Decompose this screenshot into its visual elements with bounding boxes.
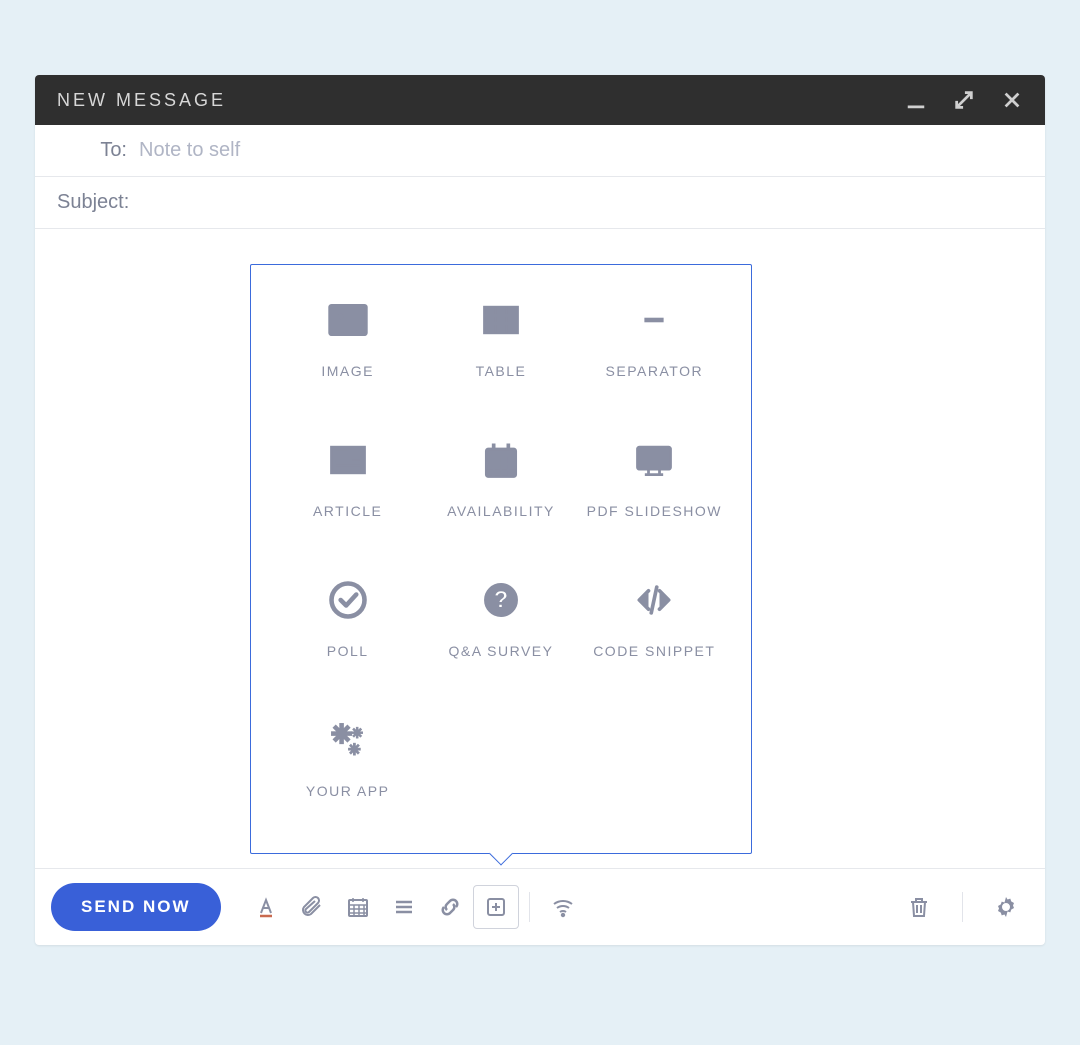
insert-image[interactable]: IMAGE [271,295,424,435]
insert-article[interactable]: ARTICLE [271,435,424,575]
insert-your-app-label: YOUR APP [306,783,390,799]
insert-your-app[interactable]: YOUR APP [271,715,424,855]
insert-availability-label: AVAILABILITY [447,503,555,519]
subject-label: Subject: [57,191,129,214]
insert-pdf-slideshow[interactable]: PDF SLIDESHOW [578,435,731,575]
message-body[interactable]: IMAGE TABLE SEPARATOR ARTICLE [35,229,1045,869]
table-icon [479,295,523,345]
insert-separator-label: SEPARATOR [606,363,704,379]
availability-icon [479,435,523,485]
insert-table-label: TABLE [476,363,527,379]
insert-table[interactable]: TABLE [424,295,577,435]
to-input[interactable]: Note to self [139,139,240,162]
calendar-button[interactable] [335,885,381,929]
poll-icon [326,575,370,625]
text-format-button[interactable] [243,885,289,929]
article-icon [326,435,370,485]
titlebar: NEW MESSAGE [35,75,1045,125]
formatting-toolbar [243,885,586,929]
to-label: To: [57,139,127,162]
insert-availability[interactable]: AVAILABILITY [424,435,577,575]
insert-code-snippet-label: CODE SNIPPET [593,643,715,659]
window-title: NEW MESSAGE [57,90,226,111]
insert-popover: IMAGE TABLE SEPARATOR ARTICLE [250,264,752,854]
insert-poll-label: POLL [327,643,369,659]
list-button[interactable] [381,885,427,929]
footer-separator [962,892,963,922]
insert-poll[interactable]: POLL [271,575,424,715]
window-controls [905,89,1023,111]
send-button[interactable]: SEND NOW [51,883,221,931]
insert-qa-survey[interactable]: ? Q&A SURVEY [424,575,577,715]
separator-icon [632,295,676,345]
image-icon [326,295,370,345]
settings-button[interactable] [983,885,1029,929]
pdf-slideshow-icon [632,435,676,485]
trash-button[interactable] [896,885,942,929]
insert-separator[interactable]: SEPARATOR [578,295,731,435]
qa-survey-icon: ? [479,575,523,625]
attachment-button[interactable] [289,885,335,929]
insert-image-label: IMAGE [321,363,374,379]
compose-window: NEW MESSAGE To: Note to self Subject: [35,75,1045,945]
insert-article-label: ARTICLE [313,503,382,519]
subject-row: Subject: [35,177,1045,229]
minimize-button[interactable] [905,89,927,111]
wifi-button[interactable] [540,885,586,929]
to-row: To: Note to self [35,125,1045,177]
insert-qa-survey-label: Q&A SURVEY [448,643,553,659]
toolbar-separator [529,892,530,922]
insert-code-snippet[interactable]: CODE SNIPPET [578,575,731,715]
compose-footer: SEND NOW [35,869,1045,945]
svg-text:?: ? [494,586,509,613]
insert-button[interactable] [473,885,519,929]
code-snippet-icon [632,575,676,625]
expand-button[interactable] [953,89,975,111]
close-button[interactable] [1001,89,1023,111]
your-app-icon [326,715,370,765]
insert-pdf-slideshow-label: PDF SLIDESHOW [587,503,722,519]
link-button[interactable] [427,885,473,929]
